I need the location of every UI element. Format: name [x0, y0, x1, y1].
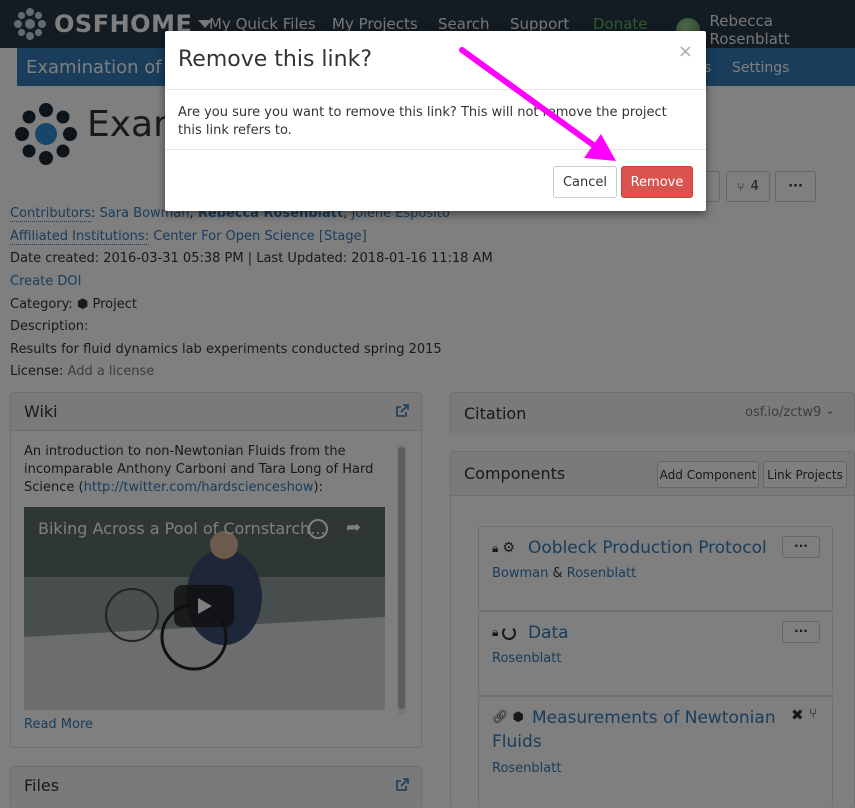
modal-footer-divider — [165, 149, 706, 150]
remove-link-modal: Remove this link? × Are you sure you wan… — [165, 31, 706, 211]
modal-header-divider — [165, 89, 706, 90]
remove-button[interactable]: Remove — [621, 166, 693, 198]
modal-title: Remove this link? — [178, 47, 372, 72]
cancel-button[interactable]: Cancel — [553, 166, 617, 198]
modal-body-text: Are you sure you want to remove this lin… — [178, 105, 667, 138]
close-icon[interactable]: × — [678, 41, 693, 62]
